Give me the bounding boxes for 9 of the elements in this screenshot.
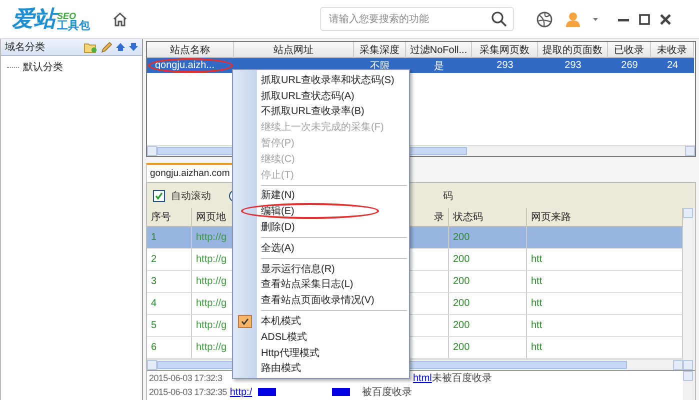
log-status: 未被百度收录 (432, 372, 492, 385)
log-status: 被百度收录 (362, 386, 412, 399)
option-label: 码 (443, 190, 453, 202)
log-time: 2015-06-03 17:32:3 (149, 373, 224, 383)
logo-seo-label: SEO (57, 11, 76, 21)
panel-title: 域名分类 (5, 40, 46, 54)
checkbox-label: 自动滚动 (171, 190, 211, 202)
log-time: 2015-06-03 17:32:35 (149, 387, 227, 397)
logo-subtitle: 工具包 (57, 21, 90, 31)
